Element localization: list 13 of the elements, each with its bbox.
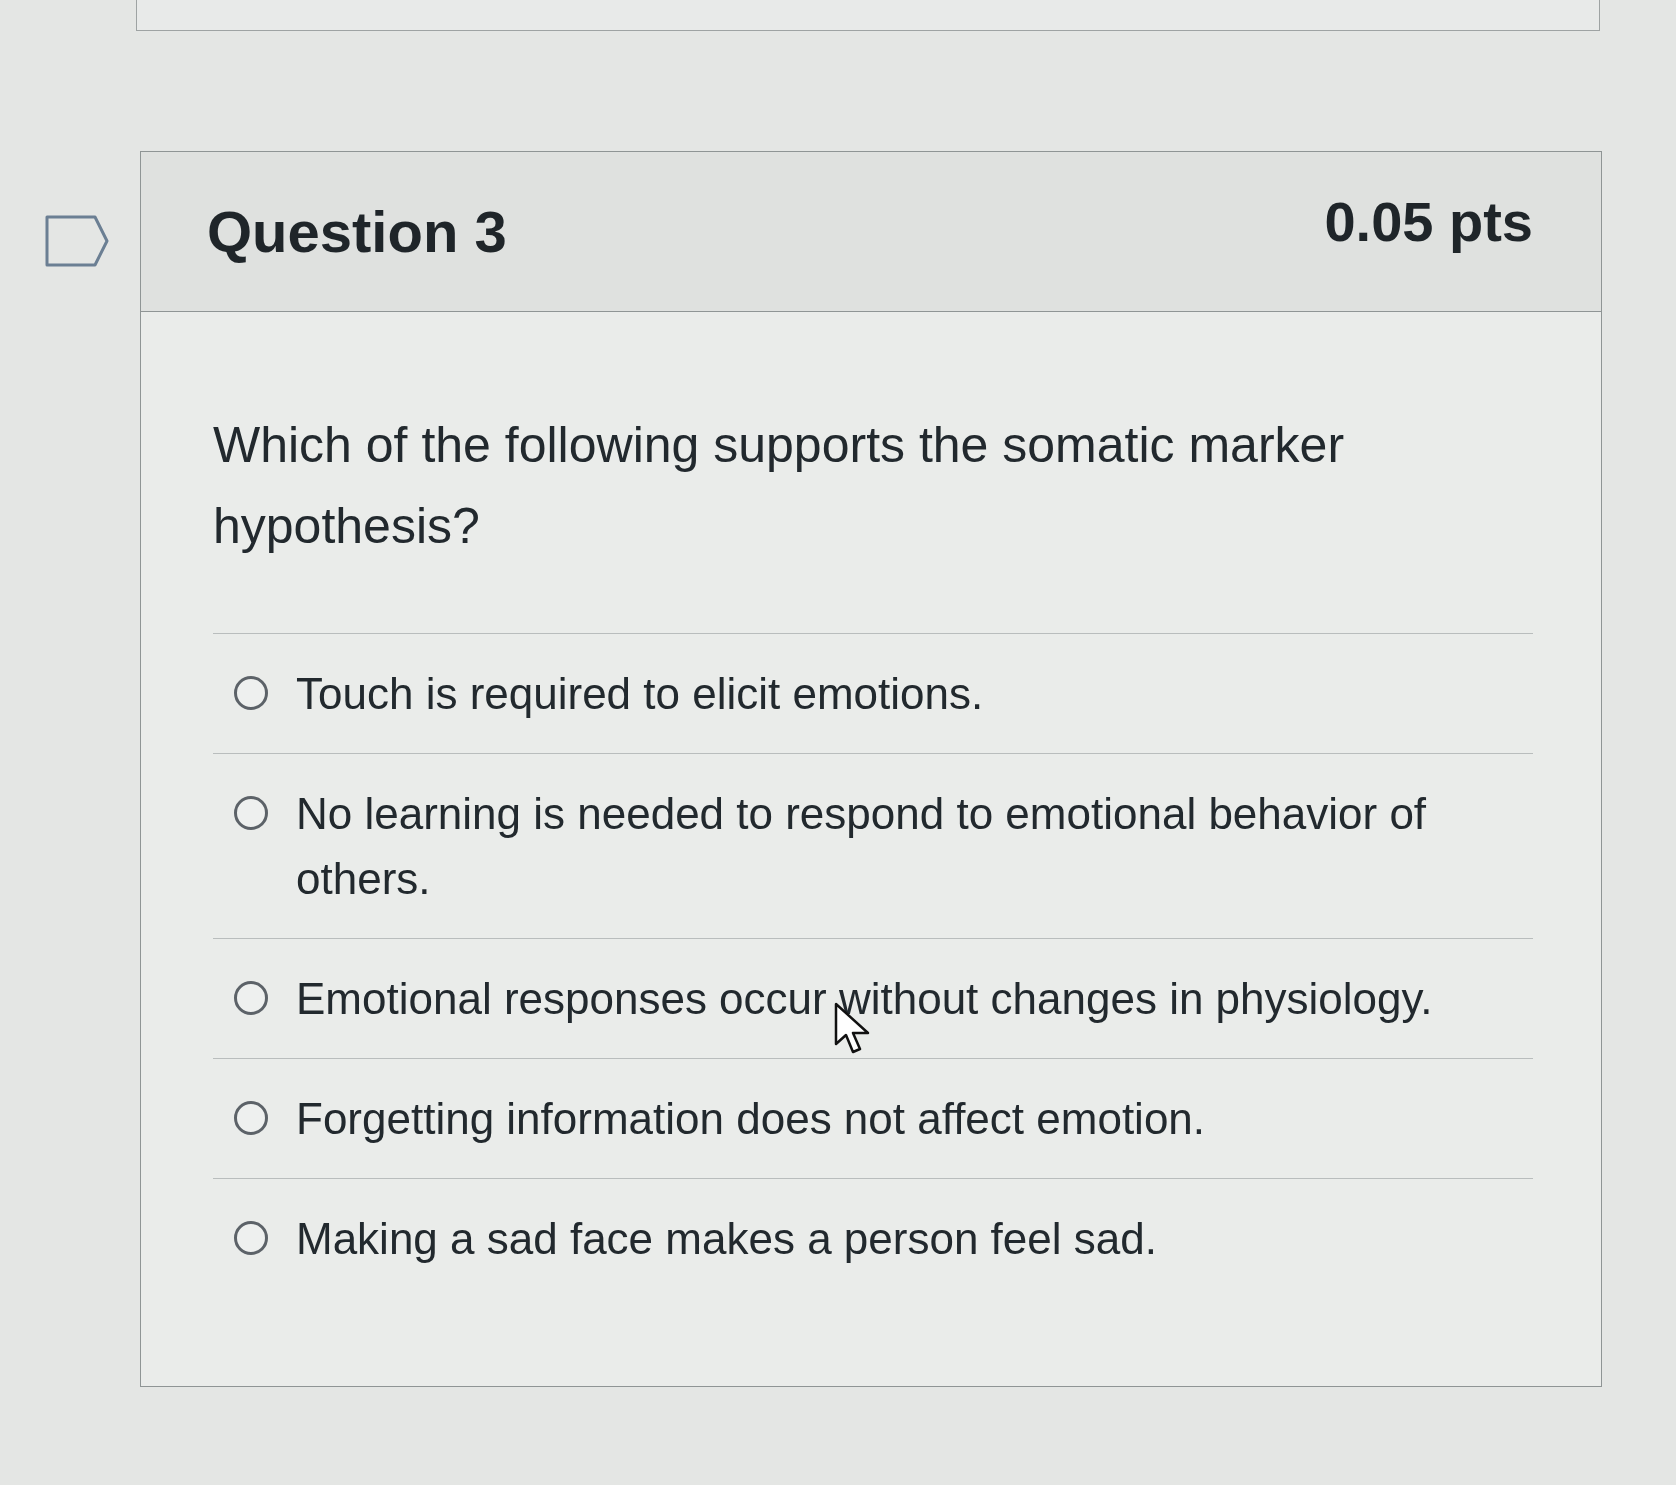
radio-button[interactable] — [234, 796, 268, 830]
answer-option-text[interactable]: Touch is required to elicit emotions. — [296, 661, 984, 726]
radio-button[interactable] — [234, 1101, 268, 1135]
radio-button[interactable] — [234, 981, 268, 1015]
answer-option-text[interactable]: No learning is needed to respond to emotional behavior of others. — [296, 781, 1533, 911]
radio-button[interactable] — [234, 676, 268, 710]
question-text: Which of the following supports the somatic marker hypothesis? — [213, 416, 1346, 556]
answer-option-text[interactable]: Forgetting information does not affect emotion. — [296, 1086, 1206, 1151]
radio-button[interactable] — [234, 1221, 268, 1255]
answer-option-text[interactable]: Emotional responses occur without changes in physiology. — [296, 966, 1433, 1031]
flag-question-icon[interactable] — [45, 215, 109, 267]
answer-option-text[interactable]: Making a sad face makes a person feel sad. — [296, 1206, 1157, 1271]
question-title: Question 3 — [207, 202, 507, 261]
